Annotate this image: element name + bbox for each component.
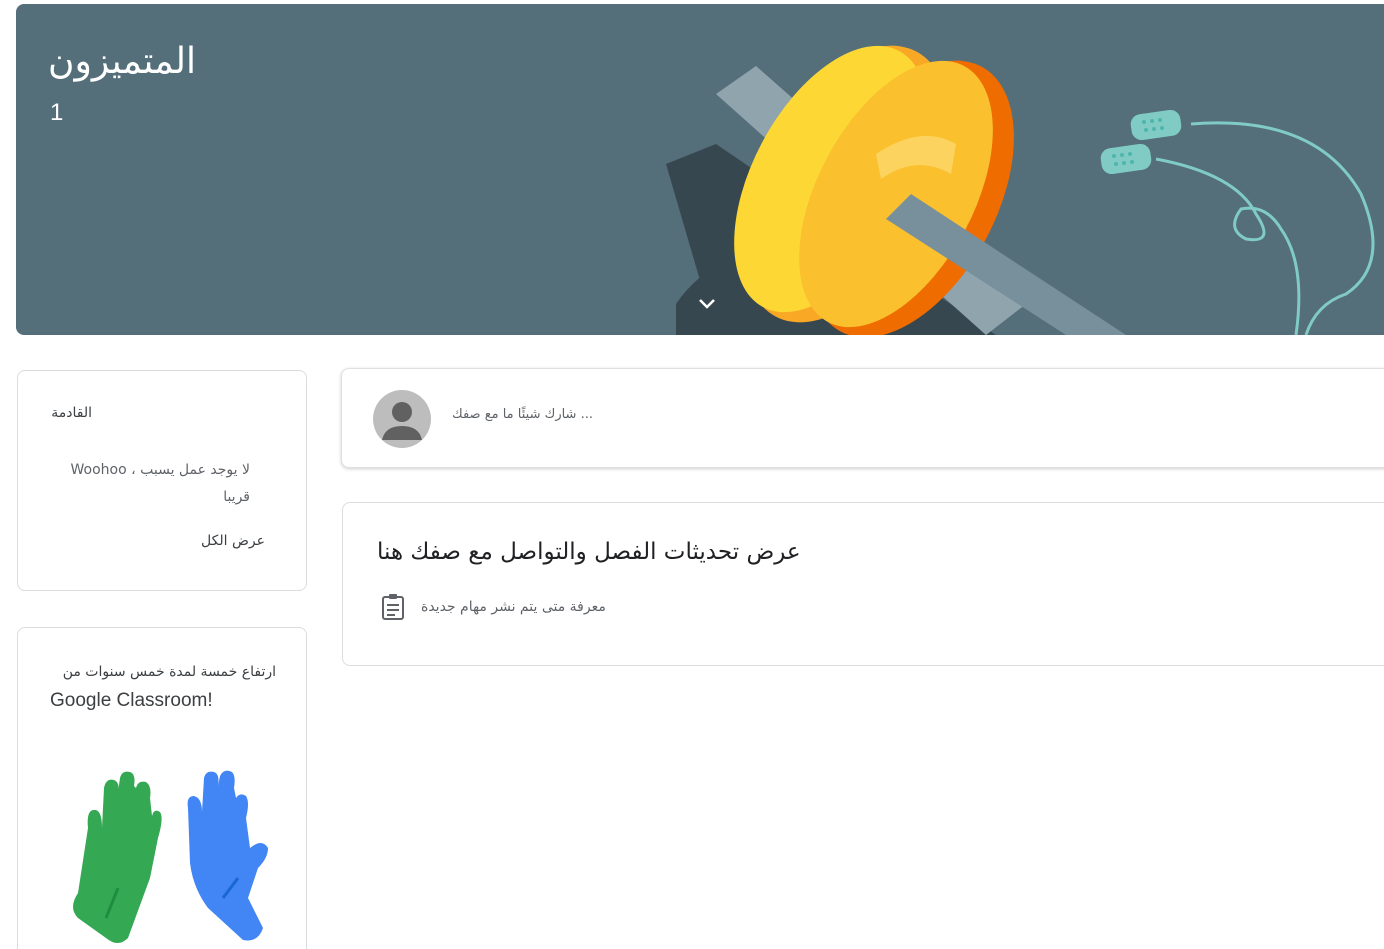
info-subtitle: معرفة متى يتم نشر مهام جديدة [421,599,606,615]
info-heading: عرض تحديثات الفصل والتواصل مع صفك هنا [377,539,801,565]
high-five-hands-icon [73,770,268,943]
chevron-down-icon[interactable] [692,289,722,319]
share-input[interactable]: ... شارك شيئًا ما مع صفك [452,407,593,422]
upcoming-message: لا يوجد عمل يسبب ، Woohoo قريبا [70,462,250,505]
class-section: 1 [50,99,64,126]
upcoming-title: القادمة [51,405,92,421]
share-post-card[interactable]: ... شارك شيئًا ما مع صفك [341,368,1384,468]
stream-info-card: عرض تحديثات الفصل والتواصل مع صفك هنا مع… [342,502,1384,666]
class-name: المتميزون [48,41,197,82]
promo-text: ارتفاع خمسة لمدة خمس سنوات من [62,664,276,680]
promo-card: ارتفاع خمسة لمدة خمس سنوات من Google Cla… [17,627,307,949]
promo-product-name: Google Classroom! [50,690,213,711]
view-all-link[interactable]: عرض الكل [201,533,265,549]
class-banner: المتميزون 1 [16,4,1384,335]
info-subtitle-row: معرفة متى يتم نشر مهام جديدة [379,593,606,621]
assignment-icon [379,593,407,621]
banner-illustration [666,45,1375,335]
classroom-stream-page: المتميزون 1 القادمة لا يوجد عمل يسبب ، W… [0,0,1384,949]
default-avatar-icon [373,390,431,448]
upcoming-card: القادمة لا يوجد عمل يسبب ، Woohoo قريبا … [17,370,307,591]
